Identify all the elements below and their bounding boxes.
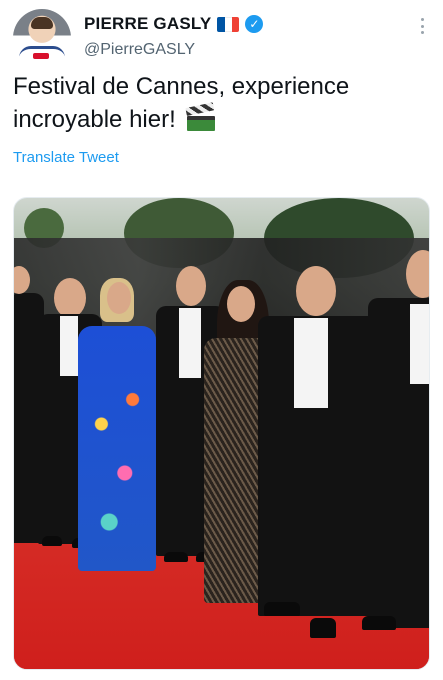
verified-badge-icon: ✓: [245, 15, 264, 33]
user-handle[interactable]: @PierreGASLY: [84, 41, 195, 59]
tweet-text: Festival de Cannes, experience incroyabl…: [13, 70, 428, 136]
avatar-hair: [31, 17, 53, 29]
clapper-board-icon: [185, 102, 216, 132]
tweet-text-content: Festival de Cannes, experience incroyabl…: [13, 73, 350, 133]
tweet-photo[interactable]: [13, 197, 430, 670]
translate-tweet-link[interactable]: Translate Tweet: [13, 149, 119, 166]
display-name[interactable]: PIERRE GASLY: [84, 14, 211, 34]
name-row: PIERRE GASLY ✓: [84, 13, 264, 35]
avatar-logo: [33, 53, 49, 59]
more-options-icon[interactable]: [419, 18, 425, 34]
tweet-card: PIERRE GASLY ✓ @PierreGASLY Festival de …: [0, 0, 443, 680]
france-flag-icon: [217, 16, 240, 32]
avatar[interactable]: [13, 9, 71, 67]
